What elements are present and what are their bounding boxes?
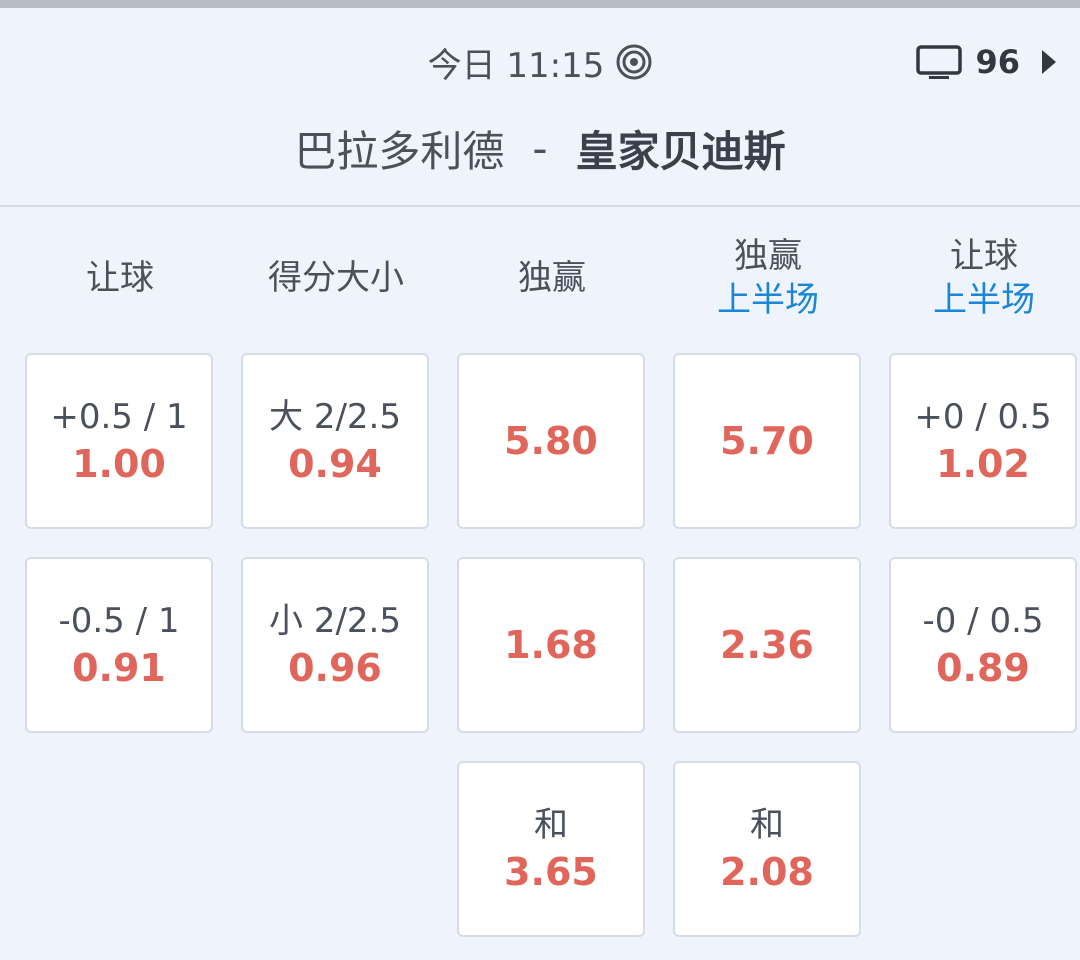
play-arrow-icon <box>1042 50 1056 74</box>
odds-cell-1x2-first-half-home[interactable]: 5.70 <box>673 353 861 529</box>
odds-cell-1x2-home[interactable]: 5.80 <box>457 353 645 529</box>
away-team: 皇家贝迪斯 <box>575 126 786 176</box>
col-header-over-under: 得分大小 <box>241 256 431 300</box>
col-header-1x2: 独赢 <box>457 256 647 300</box>
cell-line: 和 <box>534 805 568 845</box>
tv-markets-link[interactable]: 96 <box>915 42 1056 82</box>
col-subtitle: 上半场 <box>717 280 819 320</box>
odds-cell-1x2-first-half-draw[interactable]: 和 2.08 <box>673 761 861 937</box>
odds-cell-over[interactable]: 大 2/2.5 0.94 <box>241 353 429 529</box>
tv-icon <box>916 45 963 79</box>
cell-line: -0 / 0.5 <box>922 601 1044 641</box>
col-title: 让球 <box>86 258 154 298</box>
cell-line: +0 / 0.5 <box>914 397 1052 437</box>
match-header: 今日 11:15 96 巴拉多利德 - 皇家贝迪斯 <box>0 8 1080 207</box>
col-title: 独赢 <box>518 258 586 298</box>
home-team: 巴拉多利德 <box>294 126 505 176</box>
cell-odds: 1.68 <box>504 623 598 667</box>
cell-odds: 0.91 <box>72 646 166 690</box>
cell-odds: 5.70 <box>720 419 814 463</box>
col-title: 独赢 <box>734 236 802 276</box>
cell-odds: 1.00 <box>72 442 166 486</box>
odds-cell-handicap-first-half-home[interactable]: +0 / 0.5 1.02 <box>889 353 1077 529</box>
cell-line: -0.5 / 1 <box>58 601 180 641</box>
odds-cell-under[interactable]: 小 2/2.5 0.96 <box>241 557 429 733</box>
cell-odds: 0.89 <box>936 646 1030 690</box>
col-header-handicap: 让球 <box>25 256 215 300</box>
cell-odds: 3.65 <box>504 850 598 894</box>
teams-separator: - <box>532 123 548 173</box>
odds-cell-1x2-away[interactable]: 1.68 <box>457 557 645 733</box>
live-radar-icon <box>616 44 652 80</box>
cell-line: 小 2/2.5 <box>269 601 401 641</box>
cell-odds: 5.80 <box>504 419 598 463</box>
col-header-handicap-first-half: 让球 上半场 <box>889 234 1079 322</box>
odds-cell-handicap-home[interactable]: +0.5 / 1 1.00 <box>25 353 213 529</box>
teams-row: 巴拉多利德 - 皇家贝迪斯 <box>0 118 1080 178</box>
cell-odds: 1.02 <box>936 442 1030 486</box>
cell-odds: 0.94 <box>288 442 382 486</box>
col-subtitle: 上半场 <box>933 280 1035 320</box>
odds-cell-handicap-away[interactable]: -0.5 / 1 0.91 <box>25 557 213 733</box>
odds-cell-1x2-draw[interactable]: 和 3.65 <box>457 761 645 937</box>
tv-count: 96 <box>975 43 1020 81</box>
match-time: 今日 11:15 <box>427 45 605 86</box>
odds-cell-1x2-first-half-away[interactable]: 2.36 <box>673 557 861 733</box>
col-header-1x2-first-half: 独赢 上半场 <box>673 234 863 322</box>
cell-line: 和 <box>750 805 784 845</box>
cell-odds: 0.96 <box>288 646 382 690</box>
col-title: 得分大小 <box>268 258 404 298</box>
odds-cell-handicap-first-half-away[interactable]: -0 / 0.5 0.89 <box>889 557 1077 733</box>
cell-odds: 2.36 <box>720 623 814 667</box>
cell-line: 大 2/2.5 <box>269 397 401 437</box>
cell-line: +0.5 / 1 <box>50 397 188 437</box>
col-title: 让球 <box>950 236 1018 276</box>
cell-odds: 2.08 <box>720 850 814 894</box>
